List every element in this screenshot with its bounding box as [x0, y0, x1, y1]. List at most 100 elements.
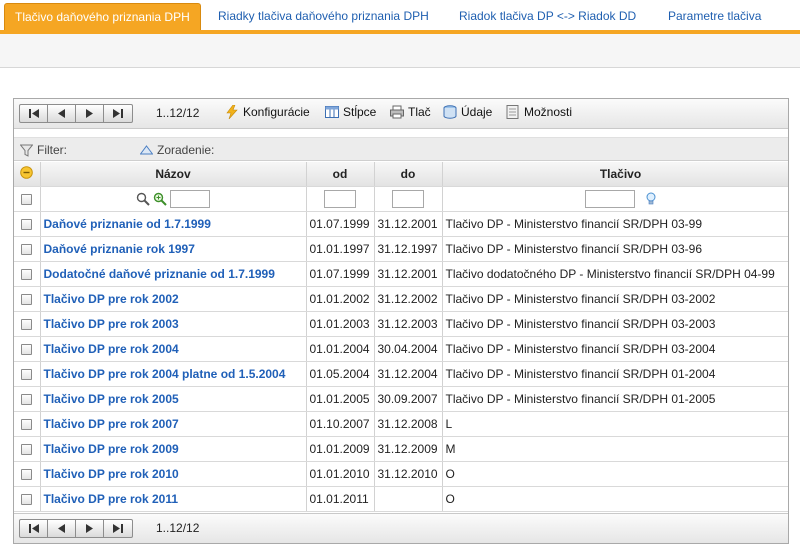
tab-form-rows[interactable]: Riadky tlačiva daňového priznania DPH	[208, 3, 439, 30]
table-row[interactable]: Tlačivo DP pre rok 2004 01.01.2004 30.04.2…	[14, 336, 788, 362]
record-name-link[interactable]: Tlačivo DP pre rok 2002	[44, 292, 179, 306]
table-row[interactable]: Dodatočné daňové priznanie od 1.7.1999 01…	[14, 261, 788, 287]
record-name-link[interactable]: Daňové priznanie od 1.7.1999	[44, 217, 211, 231]
prev-page-icon	[58, 109, 65, 118]
lightning-icon	[226, 105, 238, 119]
columns-label: Stĺpce	[343, 105, 377, 119]
form-filter-input[interactable]	[584, 189, 635, 208]
options-button[interactable]: Možnosti	[506, 105, 572, 119]
next-page-icon	[86, 524, 93, 533]
tab-form-parameters[interactable]: Parametre tlačiva	[658, 3, 771, 30]
filter-toggle[interactable]: Filter:	[20, 143, 67, 157]
to-date-cell: 31.12.2004	[374, 361, 443, 387]
record-name-link[interactable]: Tlačivo DP pre rok 2004	[44, 342, 179, 356]
table-row[interactable]: Tlačivo DP pre rok 2009 01.01.2009 31.12.2…	[14, 436, 788, 462]
column-header-from[interactable]: od	[306, 162, 375, 187]
tab-form[interactable]: Tlačivo daňového priznania DPH	[4, 3, 201, 30]
row-select-cell	[14, 211, 41, 237]
name-cell: Daňové priznanie rok 1997	[40, 236, 307, 262]
footer-pager	[19, 519, 133, 538]
from-filter-input[interactable]	[324, 189, 356, 208]
last-page-button[interactable]	[104, 105, 132, 122]
record-name-link[interactable]: Tlačivo DP pre rok 2003	[44, 317, 179, 331]
row-checkbox[interactable]	[21, 318, 33, 330]
columns-button[interactable]: Stĺpce	[325, 105, 376, 119]
row-checkbox[interactable]	[21, 393, 33, 405]
filter-label: Filter:	[37, 143, 67, 157]
footer-prev-page-button[interactable]	[48, 520, 76, 537]
row-checkbox[interactable]	[21, 218, 33, 230]
table-row[interactable]: Tlačivo DP pre rok 2011 01.01.2011 O	[14, 486, 788, 512]
row-checkbox[interactable]	[21, 293, 33, 305]
select-all-checkbox[interactable]	[21, 193, 33, 205]
data-label: Údaje	[461, 105, 493, 119]
prev-page-button[interactable]	[48, 105, 76, 122]
table-row[interactable]: Tlačivo DP pre rok 2004 platne od 1.5.20…	[14, 361, 788, 387]
name-filter-input[interactable]	[170, 189, 211, 208]
from-date-cell: 01.01.2010	[306, 461, 375, 487]
to-date-cell: 31.12.2010	[374, 461, 443, 487]
printer-icon	[390, 105, 404, 119]
sort-toggle[interactable]: Zoradenie:	[140, 143, 214, 157]
data-grid: 1..12/12 Konfigurácie Stĺpce Tlač Údaje …	[13, 98, 789, 544]
form-cell: Tlačivo DP - Ministerstvo financií SR/DP…	[442, 311, 788, 337]
to-filter-input[interactable]	[392, 189, 424, 208]
column-header-form[interactable]: Tlačivo	[442, 162, 788, 187]
record-name-link[interactable]: Tlačivo DP pre rok 2005	[44, 392, 179, 406]
footer-next-page-button[interactable]	[76, 520, 104, 537]
record-name-link[interactable]: Dodatočné daňové priznanie od 1.7.1999	[44, 267, 275, 281]
next-page-button[interactable]	[76, 105, 104, 122]
data-button[interactable]: Údaje	[443, 105, 492, 119]
form-cell: L	[442, 411, 788, 437]
filter-cell-from	[306, 186, 375, 212]
page-info: 1..12/12	[156, 106, 200, 120]
tab-row-mapping[interactable]: Riadok tlačiva DP <-> Riadok DD	[449, 3, 646, 30]
row-select-cell	[14, 361, 41, 387]
lightbulb-icon[interactable]	[646, 192, 656, 206]
table-row[interactable]: Tlačivo DP pre rok 2003 01.01.2003 31.12.2…	[14, 311, 788, 337]
record-name-link[interactable]: Daňové priznanie rok 1997	[44, 242, 195, 256]
row-checkbox[interactable]	[21, 343, 33, 355]
form-cell: O	[442, 461, 788, 487]
row-checkbox[interactable]	[21, 368, 33, 380]
row-checkbox[interactable]	[21, 268, 33, 280]
name-cell: Tlačivo DP pre rok 2005	[40, 386, 307, 412]
record-name-link[interactable]: Tlačivo DP pre rok 2011	[44, 492, 179, 506]
select-all-header[interactable]	[14, 162, 41, 187]
record-name-link[interactable]: Tlačivo DP pre rok 2009	[44, 442, 179, 456]
pager	[19, 104, 133, 123]
name-cell: Tlačivo DP pre rok 2011	[40, 486, 307, 512]
print-button[interactable]: Tlač	[390, 105, 431, 119]
funnel-icon	[20, 144, 33, 157]
last-page-icon	[113, 524, 123, 533]
record-name-link[interactable]: Tlačivo DP pre rok 2007	[44, 417, 179, 431]
table-row[interactable]: Daňové priznanie rok 1997 01.01.1997 31.12…	[14, 236, 788, 262]
row-checkbox[interactable]	[21, 468, 33, 480]
row-checkbox[interactable]	[21, 443, 33, 455]
table-row[interactable]: Tlačivo DP pre rok 2002 01.01.2002 31.12.2…	[14, 286, 788, 312]
row-checkbox[interactable]	[21, 493, 33, 505]
row-select-cell	[14, 336, 41, 362]
column-header-name[interactable]: Názov	[40, 162, 307, 187]
table-row[interactable]: Daňové priznanie od 1.7.1999 01.07.1999 31…	[14, 211, 788, 237]
table-row[interactable]: Tlačivo DP pre rok 2010 01.01.2010 31.12.2…	[14, 461, 788, 487]
table-row[interactable]: Tlačivo DP pre rok 2005 01.01.2005 30.09.2…	[14, 386, 788, 412]
row-checkbox[interactable]	[21, 418, 33, 430]
options-icon	[506, 105, 519, 119]
row-select-cell	[14, 486, 41, 512]
record-name-link[interactable]: Tlačivo DP pre rok 2010	[44, 467, 179, 481]
to-date-cell: 31.12.2003	[374, 311, 443, 337]
record-name-link[interactable]: Tlačivo DP pre rok 2004 platne od 1.5.20…	[44, 367, 286, 381]
configuration-button[interactable]: Konfigurácie	[225, 105, 310, 119]
row-select-cell	[14, 461, 41, 487]
from-date-cell: 01.10.2007	[306, 411, 375, 437]
first-page-button[interactable]	[20, 105, 48, 122]
footer-first-page-button[interactable]	[20, 520, 48, 537]
row-checkbox[interactable]	[21, 243, 33, 255]
to-date-cell: 31.12.2009	[374, 436, 443, 462]
table-row[interactable]: Tlačivo DP pre rok 2007 01.10.2007 31.12.2…	[14, 411, 788, 437]
column-header-to[interactable]: do	[374, 162, 443, 187]
advanced-search-icon[interactable]	[153, 192, 167, 206]
footer-last-page-button[interactable]	[104, 520, 132, 537]
search-icon[interactable]	[136, 192, 150, 206]
